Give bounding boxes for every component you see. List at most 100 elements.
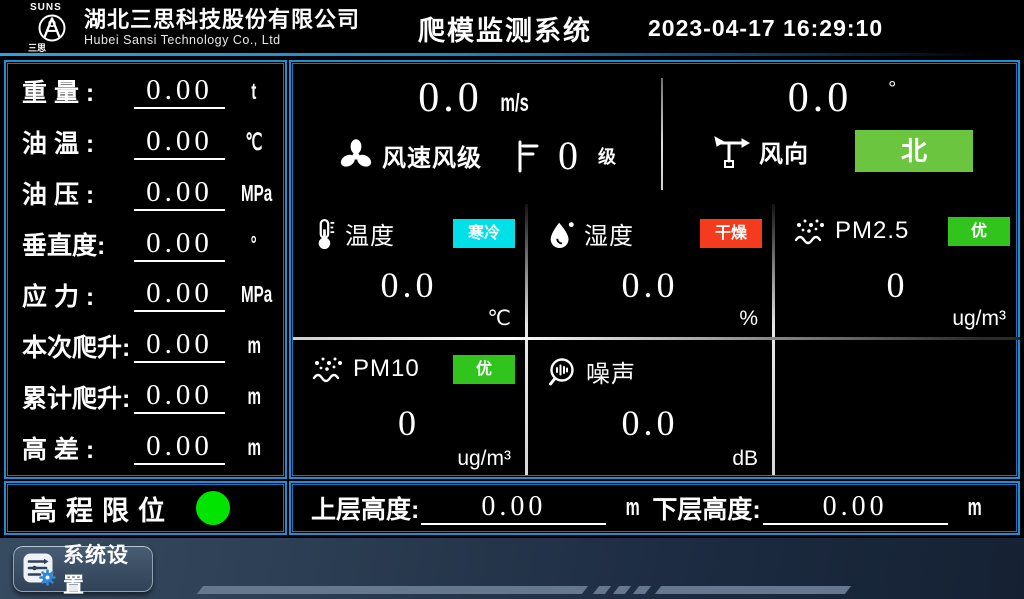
metric-label: 累计爬升: [22, 379, 134, 415]
metric-value: 0.00 [134, 326, 225, 363]
pm25-cell: PM2.5 优 0 ug/m³ [775, 202, 1020, 337]
company-name-en: Hubei Sansi Technology Co., Ltd [84, 34, 360, 48]
wind-section: 0.0 m/s 风速风级 [293, 64, 1020, 202]
elevation-limit-panel: 高程限位 [4, 481, 287, 535]
empty-cell [775, 340, 1020, 477]
header-accent-line [0, 53, 1010, 56]
metric-label: 垂直度: [22, 226, 134, 262]
datetime-display: 2023-04-17 16:29:10 [648, 15, 883, 42]
logo-cn-text: 三思 [28, 44, 46, 53]
pm25-label: PM2.5 [835, 217, 909, 245]
metric-row-total-climb: 累计爬升: 0.00 m [14, 371, 277, 422]
lower-height-label: 下层高度: [652, 490, 760, 526]
metric-unit: t [251, 78, 256, 105]
metric-unit: m [247, 434, 260, 461]
environment-panel: 0.0 m/s 风速风级 [289, 60, 1020, 479]
sansi-logo-icon [35, 13, 69, 43]
company-logo: SUNS 三思 [26, 3, 78, 53]
metric-row-weight: 重 量 : 0.00 t [14, 66, 277, 117]
humidity-value: 0.0 [528, 264, 772, 306]
noise-cell: 噪声 0.0 dB [528, 340, 772, 477]
metric-unit: MPa [241, 180, 272, 207]
humidity-cell: 湿度 干燥 0.0 % [528, 202, 772, 337]
upper-height-value: 0.00 [421, 491, 606, 525]
wind-direction-badge: 北 [855, 130, 973, 172]
elevation-limit-status-indicator [196, 491, 230, 525]
metric-unit: m [247, 383, 260, 410]
wind-speed-section: 0.0 m/s 风速风级 [293, 64, 661, 202]
metric-unit: ° [251, 231, 257, 258]
metric-label: 高 差 : [22, 430, 134, 466]
noise-label: 噪声 [586, 354, 636, 389]
upper-height-group: 上层高度: 0.00 m [311, 490, 652, 526]
metric-row-oil-pressure: 油 压 : 0.00 MPa [14, 168, 277, 219]
company-name-block: 湖北三思科技股份有限公司 Hubei Sansi Technology Co.,… [84, 8, 360, 48]
wind-speed-unit: m/s [500, 89, 528, 118]
pm25-particles-icon [793, 216, 827, 246]
metric-value: 0.00 [134, 174, 225, 211]
noise-value: 0.0 [528, 402, 772, 444]
page-title: 爬模监测系统 [418, 9, 592, 48]
wind-speed-label: 风速风级 [382, 138, 482, 173]
lower-height-value: 0.00 [763, 491, 948, 525]
metric-unit: MPa [241, 281, 272, 308]
wind-level-unit: 级 [598, 143, 616, 169]
metric-value: 0.00 [134, 275, 225, 312]
decorative-stripe [633, 586, 651, 594]
decorative-stripe [197, 586, 588, 594]
thermometer-icon [311, 217, 337, 251]
pm25-value: 0 [775, 264, 1020, 306]
wind-direction-value: 0.0 [788, 76, 853, 120]
metric-unit: ℃ [245, 129, 262, 156]
temperature-status-badge: 寒冷 [453, 219, 515, 248]
settings-sliders-gear-icon [22, 552, 56, 586]
metric-value: 0.00 [134, 428, 225, 465]
metric-value: 0.00 [134, 225, 225, 262]
elevation-limit-label: 高程限位 [30, 489, 174, 528]
metrics-sidebar: 重 量 : 0.00 t 油 温 : 0.00 ℃ 油 压 : 0.00 MPa… [4, 60, 287, 479]
humidity-drop-icon [546, 218, 576, 250]
sensor-grid: 温度 寒冷 0.0 ℃ 湿度 干燥 [293, 202, 1020, 477]
metric-row-oil-temp: 油 温 : 0.00 ℃ [14, 117, 277, 168]
bottom-toolbar: 系统设置 [0, 538, 1024, 599]
decorative-stripe [613, 586, 631, 594]
upper-height-unit: m [626, 494, 640, 522]
pm10-particles-icon [311, 354, 345, 384]
noise-meter-icon [546, 356, 578, 388]
pm10-label: PM10 [353, 355, 420, 383]
settings-button-label: 系统设置 [63, 539, 144, 599]
pm10-unit: ug/m³ [457, 447, 511, 471]
metric-value: 0.00 [134, 123, 225, 160]
system-settings-button[interactable]: 系统设置 [13, 546, 153, 592]
pm10-status-badge: 优 [453, 355, 515, 384]
metric-label: 油 压 : [22, 175, 134, 211]
metric-row-verticality: 垂直度: 0.00 ° [14, 219, 277, 270]
header: SUNS 三思 湖北三思科技股份有限公司 Hubei Sansi Technol… [0, 0, 1024, 56]
humidity-unit: % [739, 307, 758, 331]
humidity-status-badge: 干燥 [700, 219, 762, 248]
platform-heights-panel: 上层高度: 0.00 m 下层高度: 0.00 m [289, 481, 1020, 535]
temperature-cell: 温度 寒冷 0.0 ℃ [293, 202, 525, 337]
metric-row-current-climb: 本次爬升: 0.00 m [14, 320, 277, 371]
metric-row-stress: 应 力 : 0.00 MPa [14, 270, 277, 321]
metric-value: 0.00 [134, 72, 225, 109]
wind-direction-degree-unit: ° [888, 78, 896, 101]
decorative-stripe [593, 586, 611, 594]
metric-label: 油 温 : [22, 124, 134, 160]
wind-speed-value: 0.0 [418, 74, 483, 122]
wind-level-flag-icon [514, 137, 540, 175]
wind-vane-icon [711, 133, 751, 169]
metric-label: 应 力 : [22, 277, 134, 313]
upper-height-label: 上层高度: [311, 490, 419, 526]
lower-height-group: 下层高度: 0.00 m [652, 490, 993, 526]
company-name-cn: 湖北三思科技股份有限公司 [84, 8, 360, 32]
noise-unit: dB [732, 447, 758, 471]
pm10-cell: PM10 优 0 ug/m³ [293, 340, 525, 477]
wind-level-value: 0 [558, 132, 582, 179]
metric-row-height-diff: 高 差 : 0.00 m [14, 422, 277, 473]
pm25-status-badge: 优 [948, 217, 1010, 246]
wind-direction-section: 0.0 ° [664, 64, 1020, 202]
humidity-label: 湿度 [584, 216, 634, 251]
pm25-unit: ug/m³ [952, 307, 1006, 331]
lower-height-unit: m [967, 494, 981, 522]
